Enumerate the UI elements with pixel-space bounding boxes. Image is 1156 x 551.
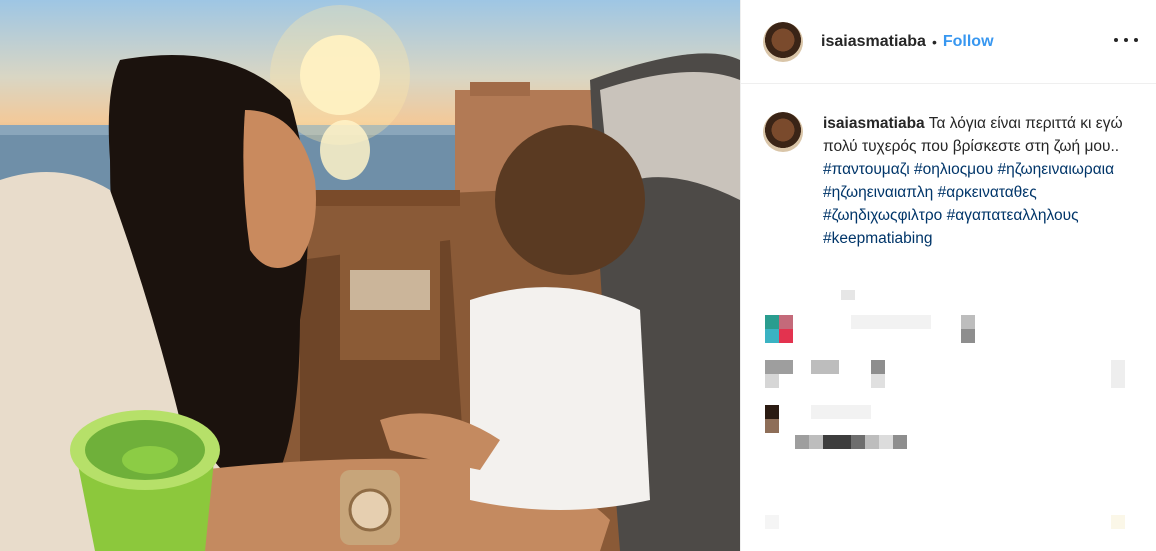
- obscured-comments-area: [741, 280, 1156, 551]
- header-username[interactable]: isaiasmatiaba: [821, 33, 926, 51]
- follow-button[interactable]: Follow: [943, 33, 994, 51]
- hashtag-list: #παντουμαζι #οηλιοςμου #ηζωηειναιωραια #ηζω…: [823, 158, 1123, 250]
- post-photo[interactable]: [0, 0, 740, 551]
- hashtag-link[interactable]: #αγαπατεαλληλους: [947, 207, 1079, 224]
- caption-avatar[interactable]: [763, 112, 803, 152]
- header-separator: •: [931, 33, 937, 50]
- more-options-icon[interactable]: [1114, 30, 1138, 50]
- instagram-post: isaiasmatiaba • Follow isaiasmatiaba Τα λ…: [0, 0, 1156, 551]
- hashtag-link[interactable]: #οηλιοςμου: [914, 161, 998, 178]
- hashtag-link[interactable]: #ζωηδιχωςφιλτρο: [823, 207, 947, 224]
- hashtag-link[interactable]: #παντουμαζι: [823, 161, 914, 178]
- caption-username[interactable]: isaiasmatiaba: [823, 115, 925, 132]
- photo-image: [0, 5, 740, 551]
- hashtag-link[interactable]: #keepmatiabing: [823, 230, 932, 247]
- hashtag-link[interactable]: #ηζωηειναιαπλη: [823, 184, 938, 201]
- hashtag-link[interactable]: #αρκειναταθες: [938, 184, 1037, 201]
- avatar[interactable]: [763, 21, 803, 62]
- post-header: isaiasmatiaba • Follow: [741, 0, 1156, 84]
- post-side-panel: isaiasmatiaba • Follow isaiasmatiaba Τα λ…: [740, 0, 1156, 551]
- hashtag-link[interactable]: #ηζωηειναιωραια: [998, 161, 1115, 178]
- caption-text-block: isaiasmatiaba Τα λόγια είναι περιττά κι ε…: [823, 112, 1123, 250]
- caption: isaiasmatiaba Τα λόγια είναι περιττά κι ε…: [763, 112, 1123, 250]
